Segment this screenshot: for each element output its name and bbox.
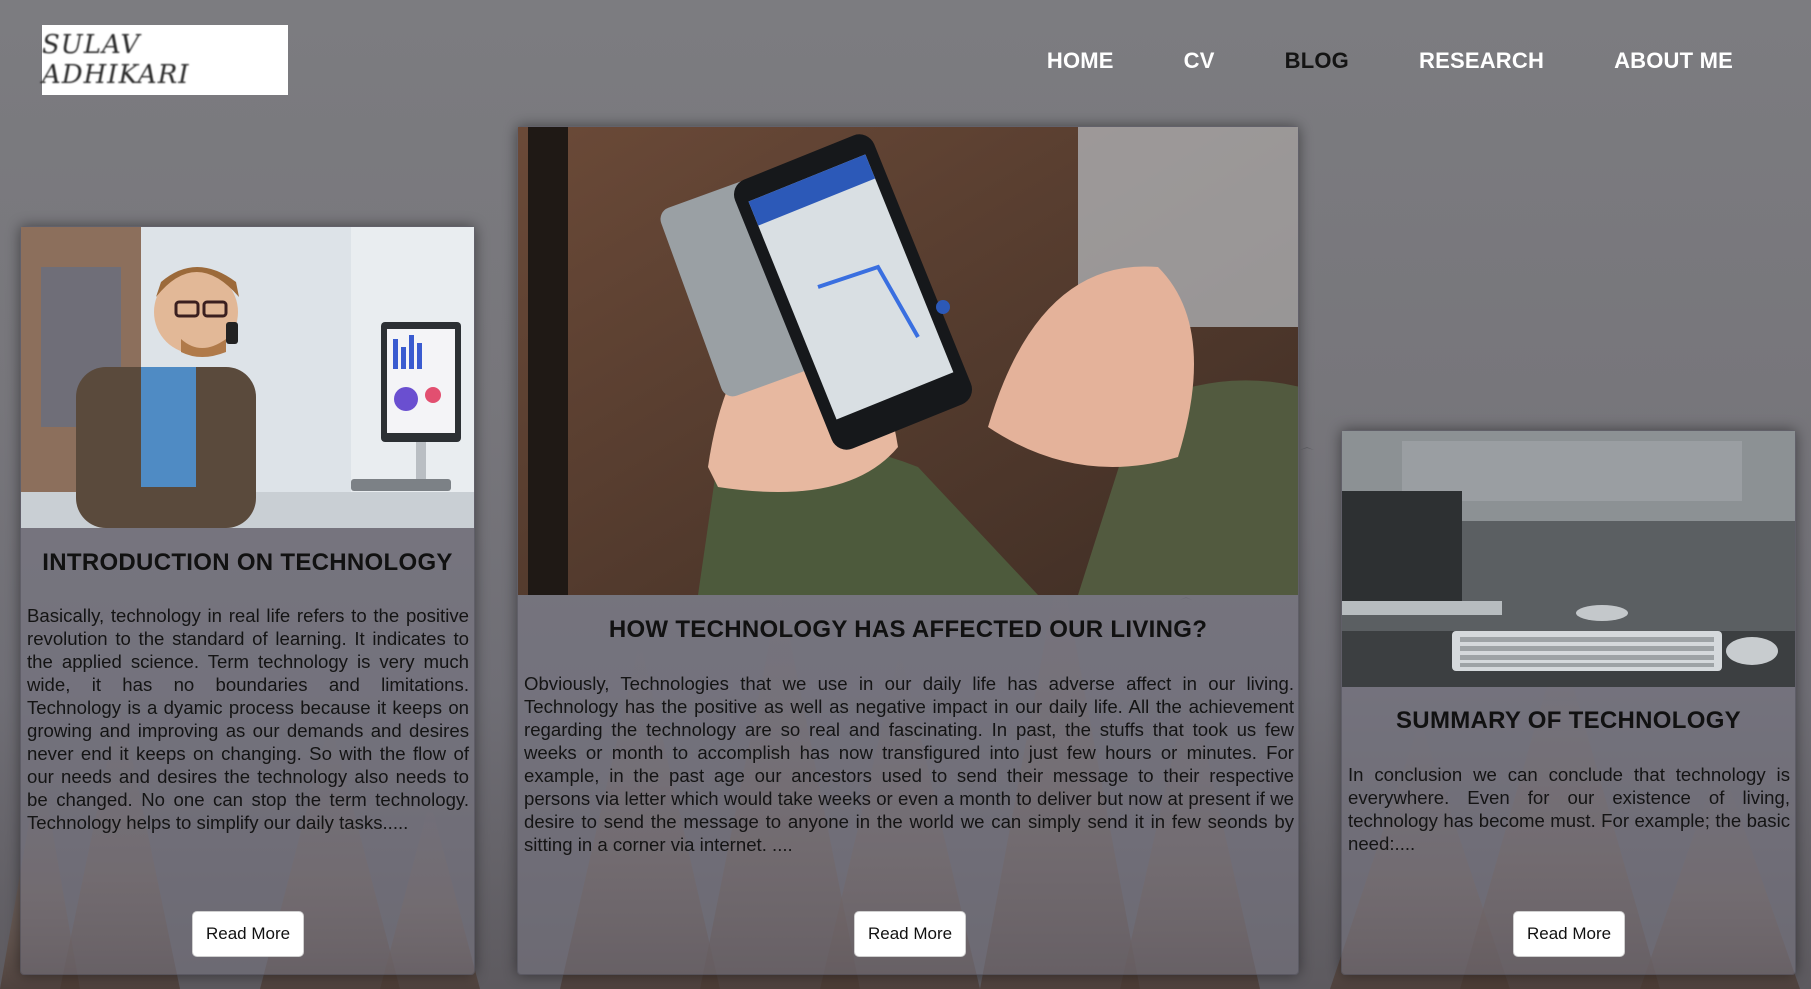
card-image-laptop-keyboard [1342,431,1795,687]
card-image-smartphone-map [518,127,1298,595]
site-header: SULAV ADHIKARI HOME CV BLOG RESEARCH ABO… [0,0,1811,124]
blog-card-summary: SUMMARY OF TECHNOLOGY In conclusion we c… [1341,430,1796,975]
card-image-man-on-phone [21,227,474,528]
card-excerpt: In conclusion we can conclude that techn… [1348,764,1790,854]
nav-cv-link[interactable]: CV [1184,48,1215,74]
card-title: SUMMARY OF TECHNOLOGY [1396,707,1741,734]
read-more-button[interactable]: Read More [854,911,967,957]
nav-research-link[interactable]: RESEARCH [1419,48,1544,74]
read-more-button[interactable]: Read More [1513,911,1626,957]
card-excerpt: Obviously, Technologies that we use in o… [524,673,1294,855]
card-title: HOW TECHNOLOGY HAS AFFECTED OUR LIVING? [608,616,1208,643]
logo-signature-text: SULAV ADHIKARI [42,30,190,90]
nav-blog-link[interactable]: BLOG [1285,48,1349,74]
blog-card-introduction: INTRODUCTION ON TECHNOLOGY Basically, te… [20,226,475,975]
card-title: INTRODUCTION ON TECHNOLOGY [42,549,453,576]
blog-card-affected-living: HOW TECHNOLOGY HAS AFFECTED OUR LIVING? … [517,126,1299,975]
main-nav: HOME CV BLOG RESEARCH ABOUT ME [977,48,1733,74]
nav-about-link[interactable]: ABOUT ME [1614,48,1733,74]
read-more-button[interactable]: Read More [192,911,305,957]
card-excerpt: Basically, technology in real life refer… [27,605,469,833]
site-logo[interactable]: SULAV ADHIKARI [42,25,288,95]
nav-home-link[interactable]: HOME [1047,48,1114,74]
